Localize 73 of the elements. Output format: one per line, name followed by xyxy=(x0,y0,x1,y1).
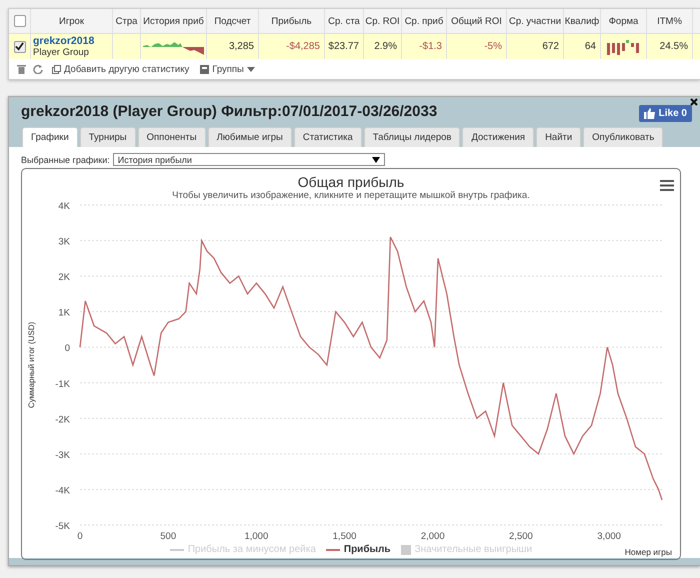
column-header[interactable]: Форма xyxy=(608,16,638,26)
column-header[interactable]: История приб xyxy=(143,16,204,26)
tab[interactable]: Опубликовать xyxy=(583,127,664,147)
chart-select-label: Выбранные графики: xyxy=(21,154,110,164)
tab[interactable]: Турниры xyxy=(80,127,136,147)
column-header[interactable]: ITM% xyxy=(657,16,682,26)
list-icon xyxy=(200,64,210,74)
x-tick-label: 500 xyxy=(160,531,176,541)
column-header[interactable]: Квалиф xyxy=(564,16,600,26)
x-tick-label: 1,000 xyxy=(244,531,268,541)
x-tick-label: 3,000 xyxy=(597,531,621,541)
caret-icon xyxy=(246,66,255,72)
player-link[interactable]: grekzor2018 xyxy=(33,36,94,46)
y-tick-label: -2K xyxy=(55,414,70,426)
y-tick-label: 1K xyxy=(58,308,70,319)
tab[interactable]: Графики xyxy=(22,127,78,147)
legend-item[interactable]: Прибыль xyxy=(326,544,391,555)
y-tick-label: 3K xyxy=(58,236,70,248)
row-checkbox[interactable] xyxy=(14,40,26,52)
y-tick-label: 0 xyxy=(64,343,70,354)
x-axis-title: Номер игры xyxy=(624,547,672,557)
select-all-checkbox[interactable] xyxy=(14,15,26,27)
copy-icon xyxy=(52,64,61,74)
trash-icon[interactable] xyxy=(17,64,26,74)
table-cell: 64 xyxy=(584,41,596,52)
close-icon[interactable] xyxy=(690,98,698,106)
column-header[interactable]: Общий ROI xyxy=(451,16,502,26)
table-cell: 24.5% xyxy=(660,41,688,52)
caret-icon xyxy=(372,156,380,162)
column-header[interactable]: Ср. приб xyxy=(404,16,444,26)
tab[interactable]: Достижения xyxy=(462,127,534,147)
table-cell: 2.9% xyxy=(374,41,397,52)
y-tick-label: -5K xyxy=(55,521,70,532)
y-tick-label: -4K xyxy=(55,485,70,496)
y-tick-label: -1K xyxy=(55,378,70,390)
table-cell: 672 xyxy=(542,41,559,52)
table-cell: $23.77 xyxy=(328,41,359,52)
column-header[interactable]: Игрок xyxy=(58,16,84,26)
chart-hint: Чтобы увеличить изображение, кликните и перетащите мышкой внутрь графика. xyxy=(172,190,530,201)
menu-icon[interactable] xyxy=(660,180,674,191)
tab[interactable]: Найти xyxy=(536,127,582,147)
chart-select[interactable]: История прибыли xyxy=(112,153,385,166)
x-tick-label: 2,500 xyxy=(509,531,533,541)
column-header[interactable]: Ср. ROI xyxy=(365,16,400,26)
y-axis-title: Суммарный итог (USD) xyxy=(27,322,36,408)
chart-title: Общая прибыль xyxy=(298,174,404,190)
table-cell: -$1.3 xyxy=(419,41,442,52)
x-tick-label: 0 xyxy=(77,531,83,541)
refresh-icon[interactable] xyxy=(33,64,43,74)
table-cell: -5% xyxy=(484,41,502,52)
tab[interactable]: Таблицы лидеров xyxy=(364,127,460,147)
tab[interactable]: Любимые игры xyxy=(208,127,292,147)
x-tick-label: 1,500 xyxy=(332,531,356,541)
panel-title: grekzor2018 (Player Group) Фильтр:07/01/2017-03/26/2033 xyxy=(21,102,438,120)
tab[interactable]: Статистика xyxy=(294,127,362,147)
like-button[interactable]: Like 0 xyxy=(638,105,692,122)
table-cell: -$4,285 xyxy=(286,41,320,52)
table-cell: 3,285 xyxy=(228,41,254,52)
y-tick-label: 2K xyxy=(58,272,70,284)
form-bars-drawing xyxy=(606,38,640,54)
thumbs-up-icon xyxy=(644,108,655,119)
column-header[interactable]: Подсчет xyxy=(214,16,251,26)
column-header[interactable]: Стра xyxy=(116,16,138,26)
column-header[interactable]: Ср. участни xyxy=(508,16,562,26)
column-header[interactable]: Ср. ста xyxy=(328,16,360,26)
groups-dropdown[interactable]: Группы xyxy=(198,64,257,74)
player-group: Player Group xyxy=(33,46,94,58)
y-tick-label: 4K xyxy=(58,201,70,212)
column-header[interactable]: Прибыль xyxy=(271,16,312,26)
add-stats-button[interactable]: Добавить другую статистику xyxy=(50,64,192,74)
x-tick-label: 2,000 xyxy=(420,531,445,541)
y-tick-label: -3K xyxy=(55,450,70,461)
tab[interactable]: Оппоненты xyxy=(138,127,206,147)
